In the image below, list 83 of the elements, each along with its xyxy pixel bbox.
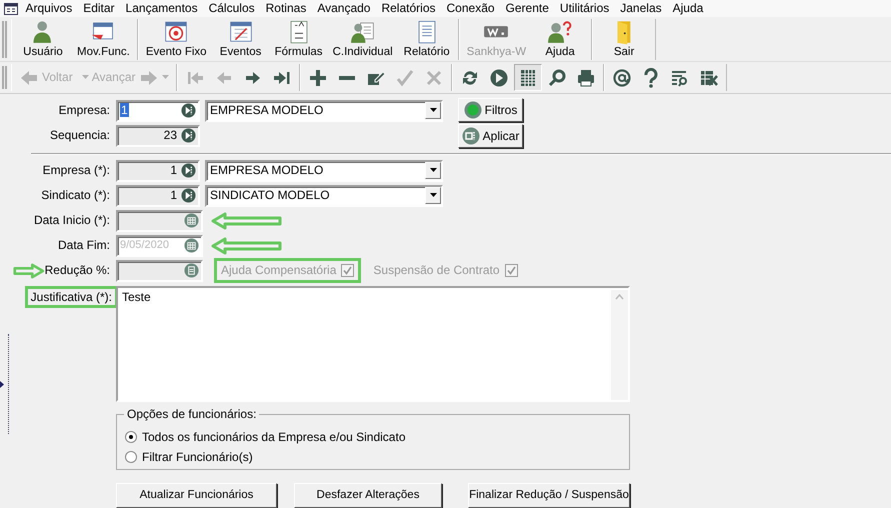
toolbar-button[interactable]: C.Individual (328, 19, 398, 60)
menu-item[interactable]: Conexão (441, 1, 500, 16)
field-label: Empresa: (58, 103, 111, 118)
field-label: Data Inicio (*): (32, 213, 111, 228)
toolbar-button[interactable]: Mov.Func. (72, 19, 135, 60)
check-icon (506, 264, 516, 276)
toolbar-button[interactable]: Sair (595, 19, 654, 60)
code-field[interactable]: 1 (116, 160, 200, 182)
plus-icon (308, 68, 328, 88)
toolbar-button[interactable]: Eventos (212, 19, 270, 60)
status-circle-icon (464, 101, 482, 119)
play-circle-icon (488, 68, 508, 88)
caret-icon (82, 75, 89, 80)
field-label: Justificativa (*): (30, 290, 112, 304)
caret-icon (162, 75, 168, 80)
toolbar-grip[interactable] (2, 21, 7, 58)
menu-item[interactable]: Cálculos (203, 1, 260, 16)
dropdown-field[interactable]: EMPRESA MODELO (205, 160, 443, 182)
at-sign-icon (612, 68, 632, 88)
dropdown-field[interactable]: SINDICATO MODELO (205, 184, 443, 206)
radio-button[interactable] (125, 431, 137, 443)
action-button[interactable]: Desfazer Alterações (294, 483, 442, 508)
app-icon[interactable] (4, 2, 18, 14)
dropdown-button[interactable] (425, 162, 441, 179)
toolbar-icon-button[interactable] (514, 64, 542, 91)
code-field[interactable]: 1 (116, 100, 200, 122)
field-label: Sequencia: (48, 128, 111, 143)
menu-item[interactable]: Gerente (500, 1, 554, 16)
arrow-annotation (211, 236, 283, 256)
toolbar-button[interactable]: Evento Fixo (140, 19, 212, 60)
arrow-annotation (13, 260, 45, 280)
caret-icon (430, 193, 436, 198)
minus-icon (338, 76, 354, 80)
menu-item[interactable]: Lançamentos (120, 1, 204, 16)
field-label: Data Fim: (56, 238, 111, 253)
field-label: Empresa (*): (42, 163, 111, 178)
scrollbar[interactable] (611, 290, 628, 400)
radio-label: Todos os funcionários da Empresa e/ou Sindicato (142, 430, 406, 444)
splitter-handle[interactable] (0, 334, 9, 434)
lookup-icon[interactable] (181, 188, 196, 203)
menu-item[interactable]: Rotinas (260, 1, 312, 16)
radio-label: Filtrar Funcionário(s) (142, 450, 253, 464)
caret-icon (430, 168, 436, 173)
field-label: Redução %: (44, 263, 110, 278)
check-icon (342, 264, 354, 276)
checkbox-label: Ajuda Compensatória (221, 263, 336, 278)
dropdown-field[interactable]: EMPRESA MODELO (205, 100, 443, 122)
lookup-icon[interactable] (181, 128, 196, 143)
filter-button[interactable]: Filtros (458, 98, 523, 122)
toolbar-button[interactable]: Fórmulas (270, 19, 328, 60)
dropdown-button[interactable] (425, 187, 441, 204)
toolbar-button[interactable]: Ajuda (531, 19, 590, 60)
radio-button[interactable] (125, 451, 137, 463)
code-field[interactable]: 23 (116, 124, 200, 146)
menu-item[interactable]: Janelas (614, 1, 668, 16)
menu-item[interactable]: Ajuda (667, 1, 709, 16)
group-title: Opções de funcionários: (124, 407, 260, 422)
menu-item[interactable]: Editar (78, 1, 120, 16)
menu-item[interactable]: Relatórios (376, 1, 441, 16)
lookup-icon[interactable] (181, 163, 196, 178)
apply-button[interactable]: Aplicar (458, 124, 523, 148)
checkbox-label: Suspensão de Contrato (373, 263, 500, 278)
lookup-icon[interactable] (181, 103, 196, 118)
calendar-icon[interactable] (184, 238, 199, 253)
action-button[interactable]: Finalizar Redução / Suspensão (468, 483, 630, 508)
code-field[interactable]: 1 (116, 184, 200, 206)
check-icon (394, 68, 414, 88)
caret-icon (0, 380, 4, 388)
search-icon (546, 68, 566, 88)
menu-item[interactable]: Utilitários (554, 1, 615, 16)
caret-icon (430, 108, 436, 113)
toolbar-button[interactable]: Relatório (398, 19, 456, 60)
dropdown-button[interactable] (425, 102, 441, 119)
toolbar-button[interactable]: Usuário (14, 19, 72, 60)
action-button[interactable]: Atualizar Funcionários (116, 483, 277, 508)
printer-icon (576, 68, 596, 88)
text-area[interactable]: Teste (116, 286, 630, 402)
field-label: Sindicato (*): (40, 188, 111, 203)
arrow-annotation (211, 210, 283, 230)
apply-icon (462, 127, 480, 145)
menu-item[interactable]: Arquivos (20, 1, 78, 16)
toolbar-grip[interactable] (2, 66, 7, 89)
menu-item[interactable]: Avançado (312, 1, 376, 16)
